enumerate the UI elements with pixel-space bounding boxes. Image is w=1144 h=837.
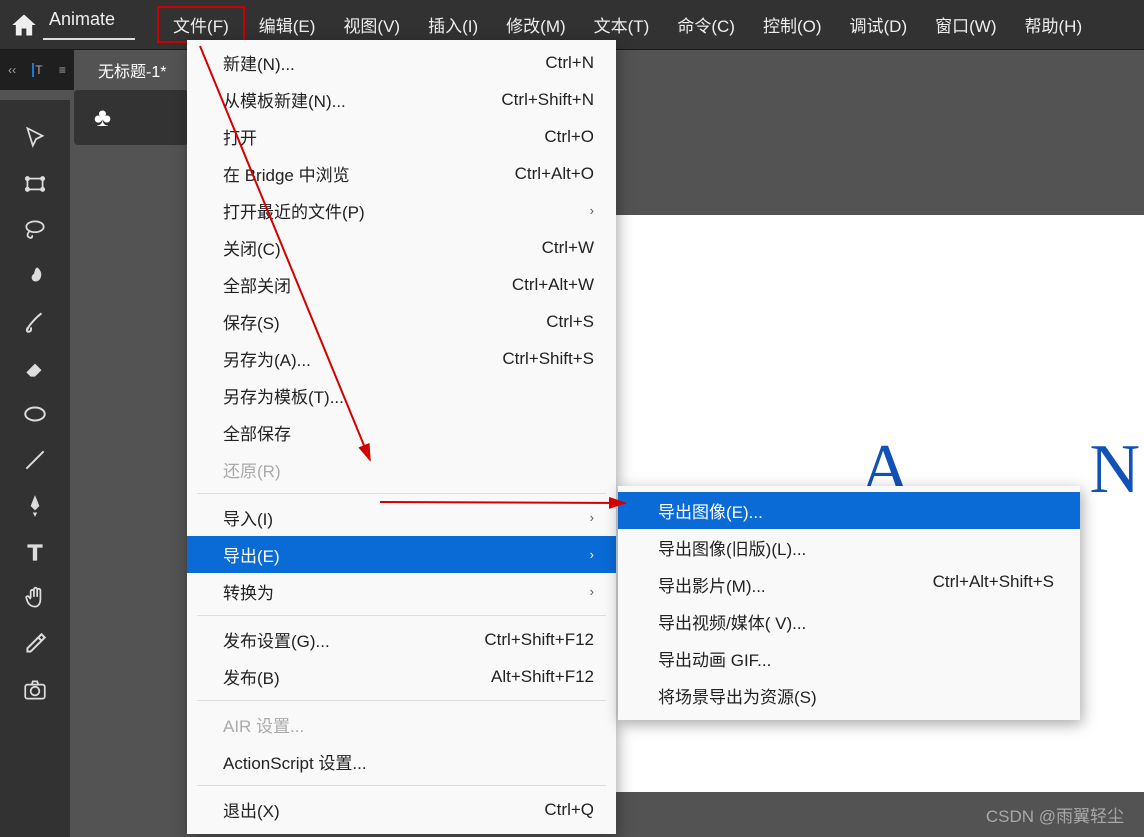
menu-save-as[interactable]: 另存为(A)...Ctrl+Shift+S [187,340,616,377]
menu-insert[interactable]: 插入(I) [414,6,492,43]
app-title[interactable]: Animate [43,9,135,40]
selection-tool[interactable] [12,118,58,158]
menu-revert: 还原(R) [187,451,616,488]
menu-close-all[interactable]: 全部关闭Ctrl+Alt+W [187,266,616,303]
menu-control[interactable]: 控制(O) [749,6,836,43]
menu-save-as-template[interactable]: 另存为模板(T)... [187,377,616,414]
toolbox [0,100,70,837]
menu-window[interactable]: 窗口(W) [921,6,1010,43]
hand-tool[interactable] [12,578,58,618]
menu-text[interactable]: 文本(T) [580,6,664,43]
fluid-brush-tool[interactable] [12,256,58,296]
menu-open[interactable]: 打开Ctrl+O [187,118,616,155]
menu-convert-to[interactable]: 转换为› [187,573,616,610]
pen-tool[interactable] [12,486,58,526]
eyedropper-tool[interactable] [12,624,58,664]
menu-actionscript-settings[interactable]: ActionScript 设置... [187,743,616,780]
menu-save-all[interactable]: 全部保存 [187,414,616,451]
eraser-tool[interactable] [12,348,58,388]
submenu-export-video[interactable]: 导出视频/媒体( V)... [618,603,1080,640]
document-tabs: 无标题-1* [74,50,190,90]
file-dropdown: 新建(N)...Ctrl+N 从模板新建(N)...Ctrl+Shift+N 打… [187,40,616,834]
top-menus: 文件(F) 编辑(E) 视图(V) 插入(I) 修改(M) 文本(T) 命令(C… [157,6,1096,43]
submenu-export-movie[interactable]: 导出影片(M)...Ctrl+Alt+Shift+S [618,566,1080,603]
chevron-right-icon: › [590,510,594,525]
chevron-right-icon: › [590,584,594,599]
menu-separator [197,493,606,494]
menu-new-from-template[interactable]: 从模板新建(N)...Ctrl+Shift+N [187,81,616,118]
menu-separator [197,700,606,701]
canvas-letter-n: N [1089,430,1140,510]
menu-modify[interactable]: 修改(M) [492,6,579,43]
scene-row: ♣ [74,90,188,145]
chevron-right-icon: › [590,203,594,218]
panel-menu-icon[interactable]: ≡ [59,63,66,77]
menu-commands[interactable]: 命令(C) [663,6,749,43]
collapse-chevrons-icon[interactable]: ‹‹ [8,63,16,77]
menu-new[interactable]: 新建(N)...Ctrl+N [187,44,616,81]
lasso-tool[interactable] [12,210,58,250]
menu-publish[interactable]: 发布(B)Alt+Shift+F12 [187,658,616,695]
menu-separator [197,785,606,786]
menu-export[interactable]: 导出(E)› [187,536,616,573]
text-tool[interactable] [12,532,58,572]
oval-tool[interactable] [12,394,58,434]
menu-import[interactable]: 导入(I)› [187,499,616,536]
menu-help[interactable]: 帮助(H) [1011,6,1097,43]
text-cursor-icon[interactable]: T [32,63,42,77]
submenu-export-image[interactable]: 导出图像(E)... [618,492,1080,529]
home-icon[interactable] [10,11,38,39]
menu-open-recent[interactable]: 打开最近的文件(P)› [187,192,616,229]
submenu-export-image-legacy[interactable]: 导出图像(旧版)(L)... [618,529,1080,566]
panel-collapse-strip: ‹‹ T ≡ [0,50,74,90]
submenu-export-gif[interactable]: 导出动画 GIF... [618,640,1080,677]
brush-tool[interactable] [12,302,58,342]
menu-air-settings: AIR 设置... [187,706,616,743]
menu-save[interactable]: 保存(S)Ctrl+S [187,303,616,340]
club-icon[interactable]: ♣ [94,102,111,133]
menu-edit[interactable]: 编辑(E) [245,6,330,43]
line-tool[interactable] [12,440,58,480]
menu-view[interactable]: 视图(V) [329,6,414,43]
watermark: CSDN @雨翼轻尘 [986,802,1124,827]
menu-exit[interactable]: 退出(X)Ctrl+Q [187,791,616,828]
document-tab[interactable]: 无标题-1* [84,50,180,90]
free-transform-tool[interactable] [12,164,58,204]
menu-separator [197,615,606,616]
menu-file[interactable]: 文件(F) [157,6,245,43]
menu-publish-settings[interactable]: 发布设置(G)...Ctrl+Shift+F12 [187,621,616,658]
export-submenu: 导出图像(E)... 导出图像(旧版)(L)... 导出影片(M)...Ctrl… [618,486,1080,720]
menu-debug[interactable]: 调试(D) [836,6,922,43]
camera-tool[interactable] [12,670,58,710]
submenu-export-scene-resource[interactable]: 将场景导出为资源(S) [618,677,1080,714]
chevron-right-icon: › [590,547,594,562]
menu-close[interactable]: 关闭(C)Ctrl+W [187,229,616,266]
menu-browse-bridge[interactable]: 在 Bridge 中浏览Ctrl+Alt+O [187,155,616,192]
